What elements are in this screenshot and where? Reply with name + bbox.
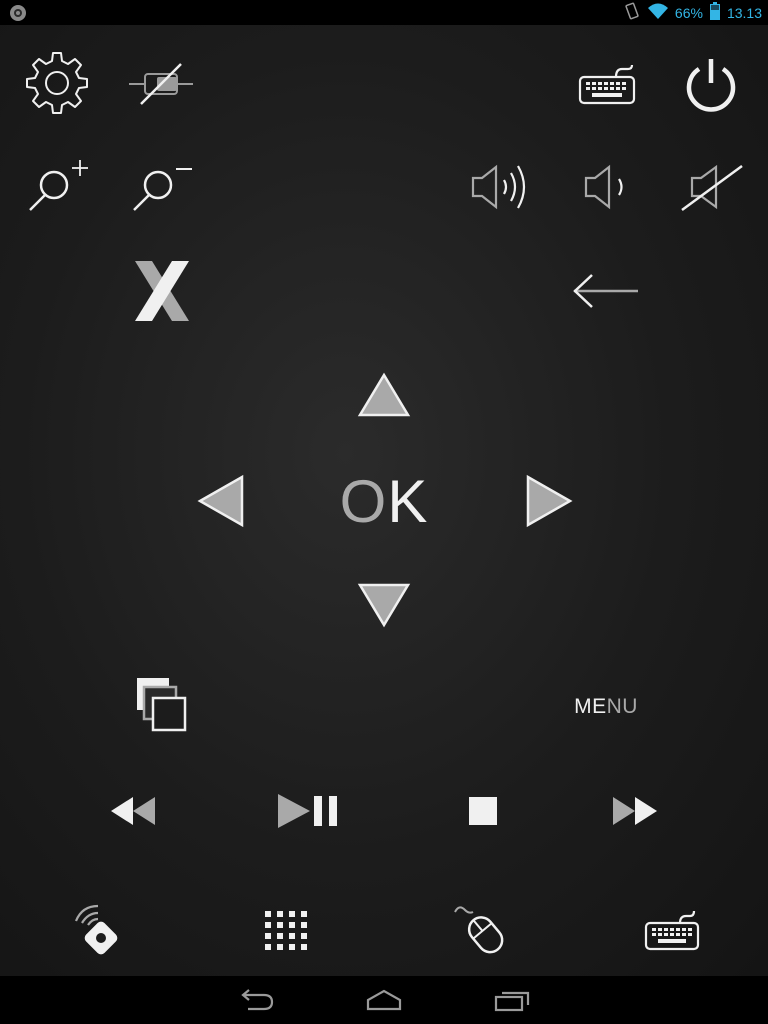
nav-back-button[interactable]: [228, 982, 284, 1018]
keyboard-icon: [576, 59, 638, 109]
menu-button[interactable]: MENU: [558, 687, 654, 727]
back-arrow-icon: [570, 271, 642, 311]
ok-label: OK: [339, 467, 429, 535]
remote-mode-icon: [68, 903, 124, 959]
clock: 13.13: [726, 4, 762, 21]
settings-button[interactable]: [22, 51, 92, 115]
volume-down-icon: [581, 160, 635, 214]
vibrate-icon: [623, 2, 641, 24]
ok-button[interactable]: OK: [324, 463, 444, 539]
down-button[interactable]: [350, 579, 418, 631]
play-pause-icon: [274, 792, 342, 830]
power-icon: [682, 55, 740, 113]
right-button[interactable]: [520, 471, 578, 531]
notification-icon: [8, 3, 28, 23]
numpad-icon: [263, 909, 313, 953]
arrow-down-icon: [356, 581, 412, 629]
stop-button[interactable]: [460, 789, 506, 833]
numpad-tab[interactable]: [258, 905, 318, 957]
fast-forward-button[interactable]: [606, 789, 664, 833]
zoom-out-icon: [128, 157, 194, 213]
battery-percent: 66%: [674, 4, 703, 21]
back-button[interactable]: [568, 269, 644, 313]
remote-mode-tab[interactable]: [66, 901, 126, 961]
mouse-icon: [451, 902, 511, 958]
arrow-left-icon: [196, 473, 246, 529]
disconnect-button[interactable]: [126, 59, 196, 109]
rewind-button[interactable]: [104, 789, 162, 833]
zoom-out-button[interactable]: [126, 155, 196, 215]
zoom-in-button[interactable]: [22, 155, 92, 215]
mute-icon: [678, 160, 744, 214]
keyboard-icon: [642, 907, 702, 955]
menu-label: MENU: [574, 695, 638, 718]
arrow-right-icon: [524, 473, 574, 529]
up-button[interactable]: [350, 369, 418, 421]
status-bar: 66% 13.13: [0, 0, 768, 25]
remote-control-panel: OK MENU: [0, 25, 768, 976]
keyboard-button[interactable]: [572, 57, 642, 111]
battery-icon: [709, 1, 721, 24]
nav-recent-apps-button[interactable]: [484, 982, 540, 1018]
x-icon: [132, 259, 192, 323]
fast-forward-icon: [609, 793, 661, 829]
arrow-up-icon: [356, 371, 412, 419]
disconnected-plug-icon: [127, 60, 195, 108]
volume-up-button[interactable]: [466, 159, 540, 215]
recent-apps-icon: [492, 987, 532, 1013]
power-button[interactable]: [676, 53, 746, 115]
system-nav-bar: [0, 976, 768, 1024]
windows-icon: [131, 674, 191, 736]
keyboard-tab[interactable]: [640, 905, 704, 957]
zoom-in-icon: [24, 157, 90, 213]
back-icon: [236, 987, 276, 1013]
left-button[interactable]: [192, 471, 250, 531]
volume-up-icon: [468, 160, 538, 214]
nav-home-button[interactable]: [356, 982, 412, 1018]
gear-icon: [24, 50, 90, 116]
home-icon: [364, 987, 404, 1013]
windows-button[interactable]: [128, 671, 194, 739]
volume-down-button[interactable]: [578, 159, 638, 215]
stop-icon: [467, 795, 499, 827]
wifi-icon: [647, 2, 669, 24]
status-right: 66% 13.13: [623, 0, 762, 25]
close-button[interactable]: [126, 257, 198, 325]
play-pause-button[interactable]: [272, 789, 344, 833]
mouse-tab[interactable]: [450, 901, 512, 959]
mute-button[interactable]: [676, 159, 746, 215]
rewind-icon: [107, 793, 159, 829]
